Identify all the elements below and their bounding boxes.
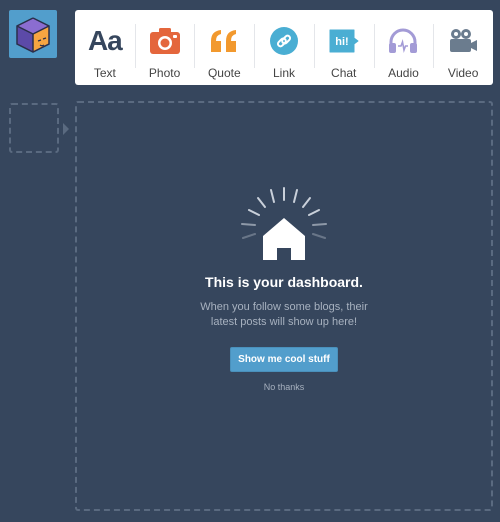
post-link-label: Link [273, 66, 296, 80]
post-link-button[interactable]: Link [254, 10, 314, 85]
post-quote-button[interactable]: Quote [194, 10, 254, 85]
svg-text:hi!: hi! [335, 36, 348, 48]
post-type-bar: Aa Text Photo Quote Link hi! Chat Audio … [75, 10, 493, 85]
empty-dashboard-message: This is your dashboard. When you follow … [75, 180, 493, 392]
cube-avatar-icon [16, 17, 50, 53]
post-text-label: Text [93, 66, 116, 80]
camera-icon [149, 24, 181, 58]
post-text-button[interactable]: Aa Text [75, 10, 135, 85]
post-video-label: Video [447, 66, 479, 80]
post-photo-button[interactable]: Photo [134, 10, 195, 85]
post-quote-label: Quote [207, 66, 241, 80]
post-audio-label: Audio [388, 66, 419, 80]
post-chat-button[interactable]: hi! Chat [313, 10, 374, 85]
avatar-placeholder [9, 103, 69, 153]
post-chat-label: Chat [331, 66, 357, 80]
quote-icon [208, 24, 240, 58]
post-video-button[interactable]: Video [433, 10, 493, 85]
no-thanks-link[interactable]: No thanks [75, 382, 493, 392]
chat-icon: hi! [328, 24, 360, 58]
dashboard-subtitle: When you follow some blogs, their latest… [200, 301, 368, 328]
home-burst-icon [224, 180, 344, 270]
text-icon: Aa [87, 25, 123, 56]
video-camera-icon [447, 24, 479, 58]
headphones-icon [387, 24, 419, 58]
post-audio-button[interactable]: Audio [373, 10, 434, 85]
avatar[interactable] [9, 10, 57, 58]
link-icon [269, 24, 299, 58]
show-cool-stuff-button[interactable]: Show me cool stuff [230, 347, 338, 372]
dashboard-title: This is your dashboard. [205, 274, 363, 290]
post-photo-label: Photo [148, 66, 181, 80]
